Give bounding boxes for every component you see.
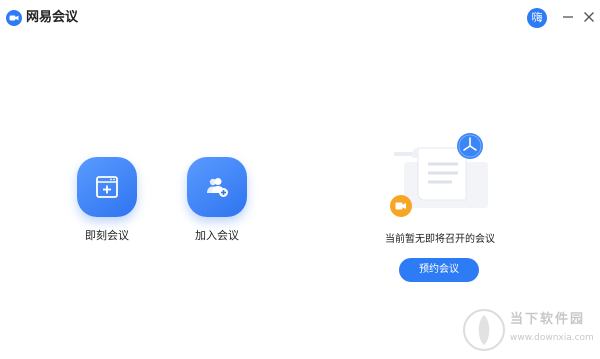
start-meeting-button[interactable]: 即刻会议 [72,157,142,243]
join-meeting-label: 加入会议 [195,229,239,242]
schedule-meeting-button[interactable]: 预约会议 [399,258,479,282]
app-logo-camera-icon [6,10,22,26]
watermark: 当下软件园 www.downxia.com [462,305,596,355]
start-meeting-tile[interactable] [77,157,137,217]
minimize-icon[interactable] [559,8,577,26]
join-meeting-tile[interactable] [187,157,247,217]
join-meeting-users-icon [207,178,228,197]
watermark-logo-icon [463,309,505,351]
start-meeting-label: 即刻会议 [85,229,129,242]
watermark-text: 当下软件园 [510,312,586,327]
watermark-url: www.downxia.com [510,333,594,343]
new-meeting-window-icon [96,176,118,198]
close-icon[interactable] [580,8,598,26]
app-title: 网易会议 [26,10,79,25]
avatar[interactable]: 嗨 [527,8,547,28]
empty-schedule-illustration [390,133,488,217]
join-meeting-button[interactable]: 加入会议 [182,157,252,243]
empty-state-text: 当前暂无即将召开的会议 [385,234,495,245]
